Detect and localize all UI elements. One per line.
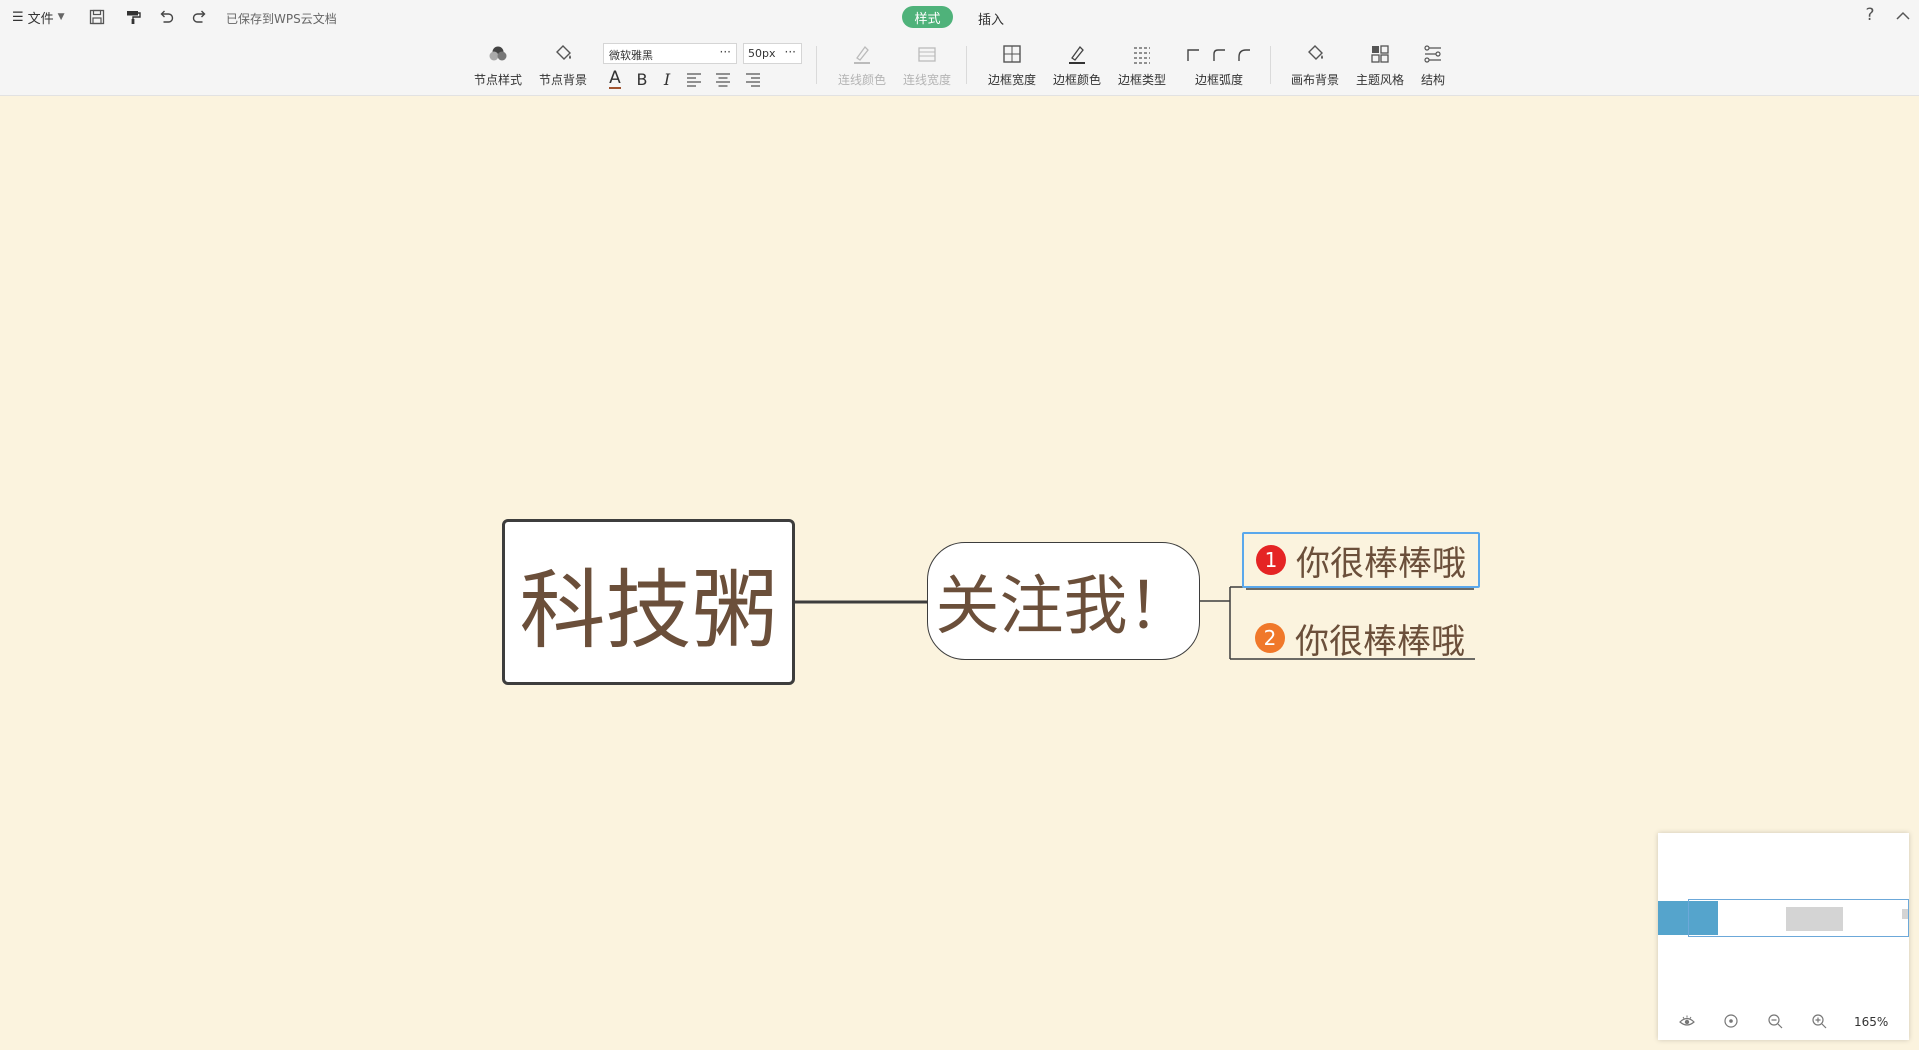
file-menu[interactable]: ☰ 文件 ▼ <box>12 8 65 27</box>
structure-icon <box>1422 43 1444 65</box>
eye-icon <box>1679 1015 1695 1026</box>
line-width-icon <box>916 43 938 65</box>
bold-button[interactable]: B <box>631 68 653 90</box>
subtopic-text: 你很棒棒哦 <box>1296 543 1466 584</box>
border-type-button[interactable]: 边框类型 <box>1112 40 1172 90</box>
toolbar-divider <box>1270 46 1271 84</box>
font-size-select[interactable]: 50px ··· <box>743 43 802 64</box>
help-icon[interactable]: ? <box>1860 5 1880 27</box>
italic-button[interactable]: I <box>656 68 678 90</box>
node-style-label: 节点样式 <box>473 73 522 87</box>
border-radius-button[interactable]: 边框弧度 <box>1188 40 1250 90</box>
preview-eye-button[interactable] <box>1676 1010 1698 1032</box>
align-right-icon <box>746 73 760 87</box>
mindmap-canvas[interactable]: 科技粥 关注我！ 1 你很棒棒哦 2 你很棒棒哦 <box>0 96 1919 1048</box>
format-painter-button[interactable] <box>122 7 144 27</box>
file-menu-label: 文件 <box>27 11 54 27</box>
minimap-viewport[interactable] <box>1688 899 1909 937</box>
more-icon: ··· <box>784 45 796 59</box>
align-center-icon <box>716 73 730 87</box>
tab-insert[interactable]: 插入 <box>978 9 1004 28</box>
node-style-icon <box>487 43 509 65</box>
border-color-icon <box>1066 43 1088 65</box>
main-topic-node[interactable]: 关注我！ <box>927 542 1200 660</box>
priority-2-icon: 2 <box>1255 623 1285 653</box>
theme-style-label: 主题风格 <box>1355 73 1404 87</box>
align-right-button[interactable] <box>742 68 764 90</box>
title-bar: ☰ 文件 ▼ 已保存到WPS云文档 样式 插入 ? <box>0 0 1919 34</box>
save-icon <box>89 9 105 25</box>
border-width-button[interactable]: 边框宽度 <box>982 40 1042 90</box>
node-background-button[interactable]: 节点背景 <box>533 40 593 90</box>
more-icon: ··· <box>719 45 731 59</box>
toolbar-divider <box>966 46 967 84</box>
theme-grid-icon <box>1369 43 1391 65</box>
zoom-level: 165% <box>1854 1015 1889 1029</box>
line-color-button[interactable]: 连线颜色 <box>832 40 892 90</box>
subtopic-text: 你很棒棒哦 <box>1295 621 1465 662</box>
tab-style[interactable]: 样式 <box>902 6 953 28</box>
border-width-label: 边框宽度 <box>987 73 1036 87</box>
save-button[interactable] <box>86 7 108 27</box>
line-color-icon <box>851 43 873 65</box>
font-family-value: 微软雅黑 <box>609 49 653 62</box>
zoom-in-icon <box>1812 1014 1827 1029</box>
border-type-icon <box>1131 43 1153 65</box>
zoom-in-button[interactable] <box>1808 1010 1830 1032</box>
border-color-label: 边框颜色 <box>1052 73 1101 87</box>
toolbar: ☰ 文件 ▼ 已保存到WPS云文档 样式 插入 ? 节点样式 节点背景 微软雅黑… <box>0 0 1919 96</box>
subtopic-node-1[interactable]: 1 你很棒棒哦 <box>1242 532 1480 588</box>
root-node[interactable]: 科技粥 <box>502 519 795 685</box>
line-color-label: 连线颜色 <box>837 73 886 87</box>
structure-button[interactable]: 结构 <box>1403 40 1463 90</box>
undo-icon <box>160 10 174 23</box>
redo-icon <box>192 10 206 23</box>
line-width-label: 连线宽度 <box>902 73 951 87</box>
canvas-background-label: 画布背景 <box>1290 73 1339 87</box>
format-painter-icon <box>127 11 141 24</box>
save-status-text: 已保存到WPS云文档 <box>226 12 337 26</box>
redo-button[interactable] <box>189 7 211 27</box>
target-icon <box>1724 1014 1738 1028</box>
align-left-icon <box>687 73 701 87</box>
paint-bucket-icon <box>1304 43 1326 65</box>
align-center-button[interactable] <box>712 68 734 90</box>
border-type-label: 边框类型 <box>1117 73 1166 87</box>
font-color-button[interactable]: A <box>604 68 626 90</box>
toolbar-divider <box>816 46 817 84</box>
border-radius-label: 边框弧度 <box>1194 73 1243 87</box>
align-left-button[interactable] <box>683 68 705 90</box>
chevron-down-icon: ▼ <box>57 12 65 22</box>
undo-button[interactable] <box>155 7 177 27</box>
minimap-panel: 165% <box>1658 833 1909 1040</box>
border-color-button[interactable]: 边框颜色 <box>1047 40 1107 90</box>
node-style-button[interactable]: 节点样式 <box>468 40 528 90</box>
hamburger-icon: ☰ <box>12 9 24 25</box>
line-width-button[interactable]: 连线宽度 <box>897 40 957 90</box>
structure-label: 结构 <box>1420 73 1445 87</box>
node-background-label: 节点背景 <box>538 73 587 87</box>
border-width-icon <box>1001 43 1023 65</box>
center-view-button[interactable] <box>1720 1010 1742 1032</box>
subtopic-node-2[interactable]: 2 你很棒棒哦 <box>1242 610 1478 666</box>
priority-1-icon: 1 <box>1256 545 1286 575</box>
paint-bucket-icon <box>552 43 574 65</box>
chevron-up-icon <box>1896 11 1910 20</box>
italic-icon: I <box>663 69 671 89</box>
font-color-icon: A <box>609 67 621 89</box>
canvas-background-button[interactable]: 画布背景 <box>1285 40 1345 90</box>
zoom-out-icon <box>1768 1014 1783 1029</box>
bold-icon: B <box>636 69 648 89</box>
font-family-select[interactable]: 微软雅黑 ··· <box>603 43 737 64</box>
collapse-ribbon-button[interactable] <box>1893 6 1913 26</box>
theme-style-button[interactable]: 主题风格 <box>1350 40 1410 90</box>
font-size-value: 50px <box>748 47 776 60</box>
zoom-out-button[interactable] <box>1764 1010 1786 1032</box>
